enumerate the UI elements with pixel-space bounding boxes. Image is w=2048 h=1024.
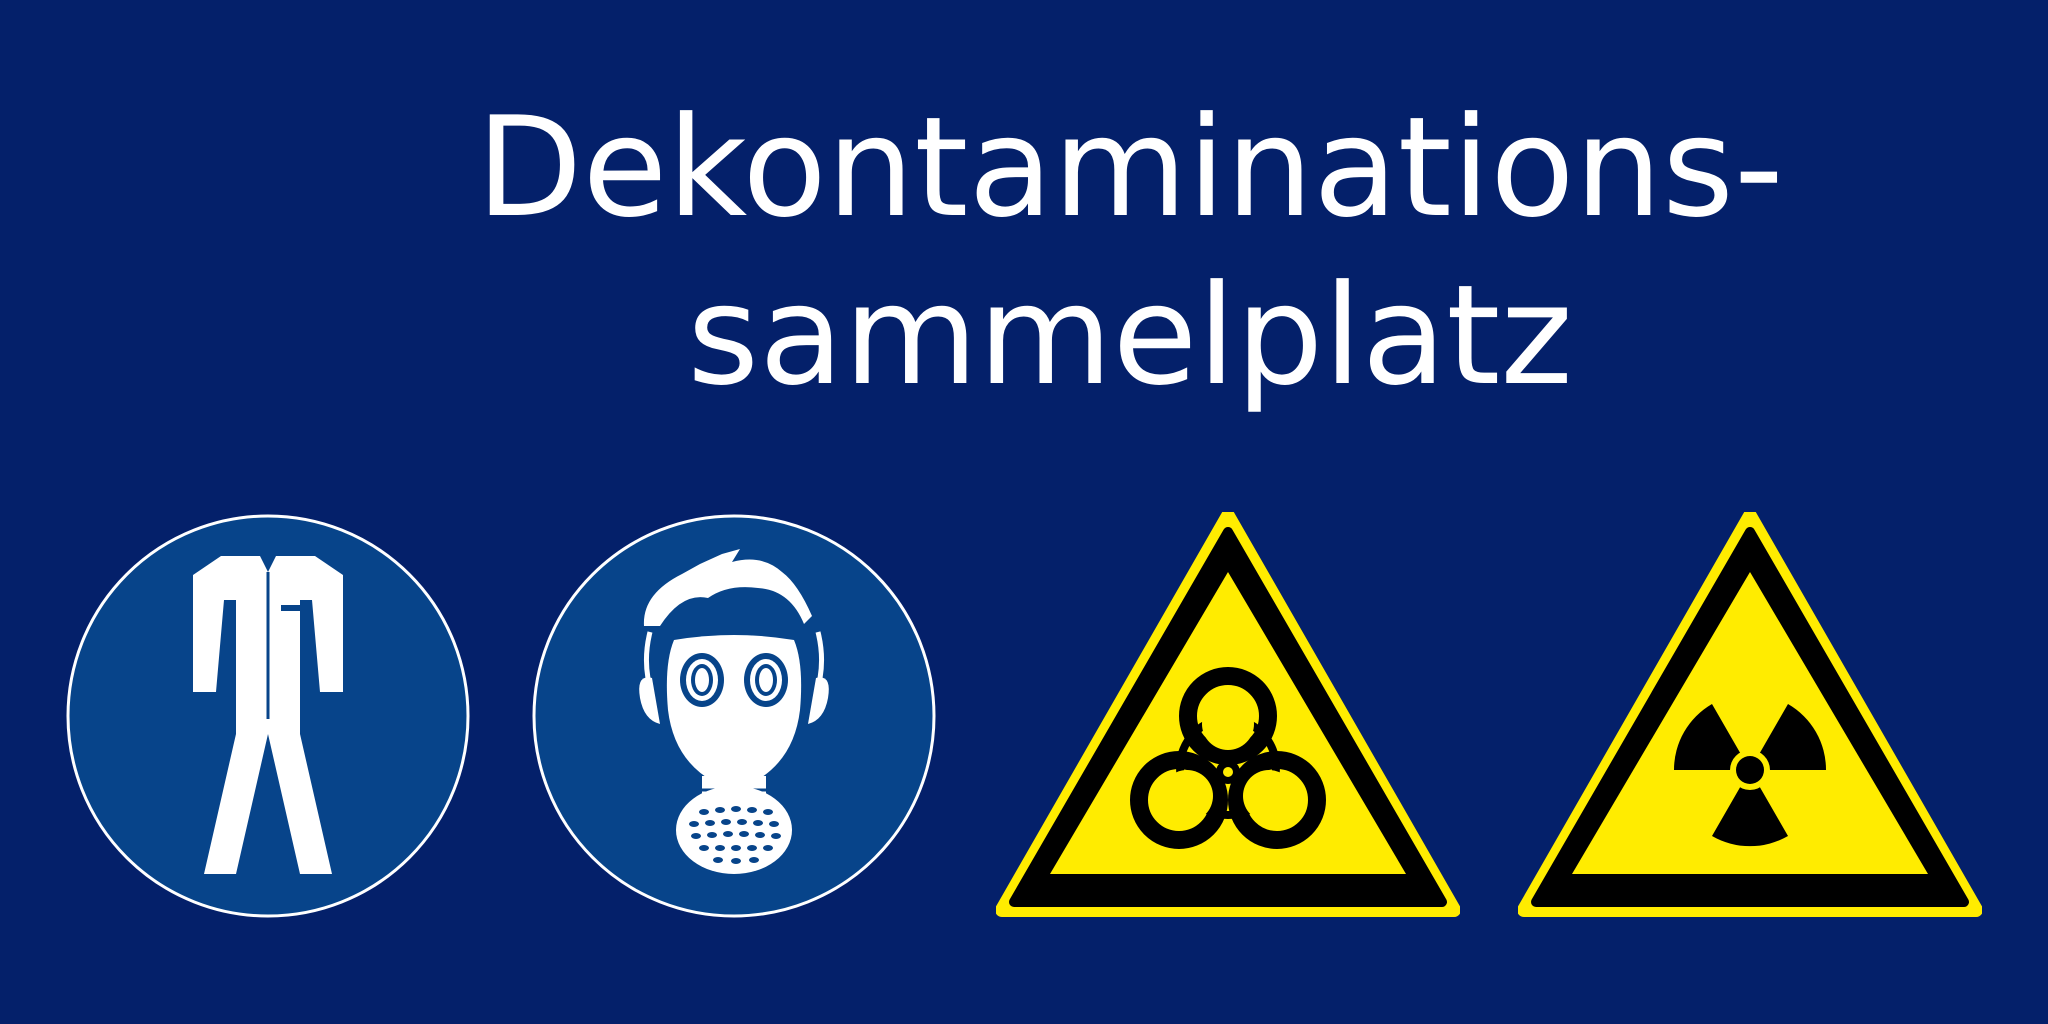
title-line-1: Dekontaminations- [476, 87, 1784, 248]
radiation-icon [1518, 512, 1982, 920]
decontamination-sign: Dekontaminations- sammelplatz [0, 0, 2048, 1024]
biohazard-icon [996, 512, 1460, 920]
gas-mask-icon [532, 514, 936, 918]
sign-title: Dekontaminations- sammelplatz [0, 84, 2048, 420]
title-line-2: sammelplatz [687, 255, 1573, 416]
protective-suit-icon [66, 514, 470, 918]
